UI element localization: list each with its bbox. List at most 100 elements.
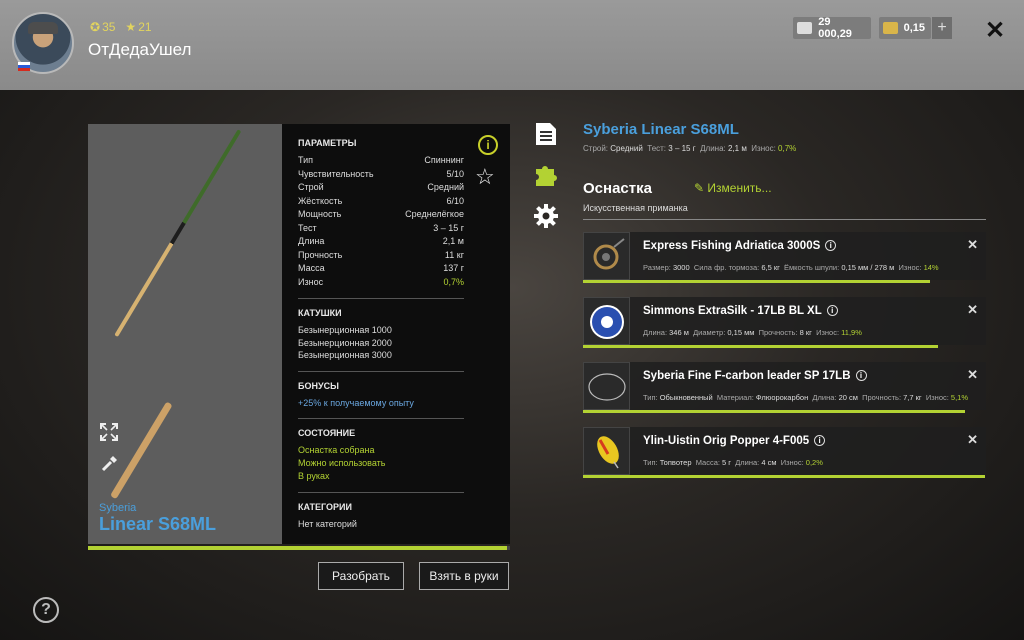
level-value: 35 [102,20,116,34]
info-icon[interactable]: i [826,305,838,316]
wear-label: Износ: [751,144,776,153]
rod-handle-image [109,401,173,500]
stat-value: Топвотер [659,458,692,467]
stat-label: Масса: [695,458,720,467]
leader-icon [583,362,630,410]
rod-blank-image [114,129,242,338]
level-badge: ✪ 35 [90,20,115,34]
tackle-wear-bar [583,280,930,283]
favorite-star-icon[interactable]: ☆ [475,164,495,190]
param-row: Износ 0,7% [298,276,464,290]
disassemble-button[interactable]: Разобрать [318,562,404,590]
tackle-card[interactable]: Express Fishing Adriatica 3000S i Размер: … [583,232,986,280]
stat-value: 3000 [672,263,690,272]
param-label: Мощность [298,209,342,219]
wear-value: 0,7% [778,144,797,153]
rank-star-icon: ★ [125,20,137,34]
player-name: ОтДедаУшел [88,40,192,59]
rig-section-title: Оснастка [583,180,652,197]
param-value: 6/10 [446,195,464,206]
remove-icon[interactable]: ✕ [967,237,978,253]
close-icon[interactable]: ✕ [985,16,1005,45]
wrench-icon[interactable] [99,454,119,474]
state-item: Оснастка собрана [298,445,375,455]
param-row: Жёсткость 6/10 [298,195,464,209]
param-label: Чувствительность [298,168,374,179]
avatar-hat [28,22,58,34]
gold-value: 0,15 [903,22,925,34]
tackle-wear-bar [583,410,966,413]
stat-value: Флюорокарбон [755,393,809,402]
bonus-title: БОНУСЫ [298,380,339,391]
param-value: Спиннинг [424,155,464,165]
param-value: Среднелёгкое [405,209,464,219]
param-value: 11 кг [444,249,464,260]
tackle-card[interactable]: Syberia Fine F-carbon leader SP 17LB i Тип… [583,362,986,410]
stat-label: Ёмкость шпули: [784,263,840,272]
state-title: СОСТОЯНИЕ [298,428,356,438]
stat-value: 4 см [761,458,777,467]
stat-label: Длина: [643,328,668,337]
info-icon[interactable]: i [478,135,498,155]
remove-icon[interactable]: ✕ [967,367,978,383]
tackle-stats: Тип: Обыкновенный Материал: Флюорокарбон… [643,393,970,402]
tackle-name: Syberia Fine F-carbon leader SP 17LB i [643,370,867,382]
stat-value: 0,2% [805,458,823,467]
top-bar: ✪ 35 ★ 21 ОтДедаУшел 29 000,29 0,15 + ✕ [0,0,1024,90]
tackle-card[interactable]: Ylin-Uistin Orig Popper 4-F005 i Тип: Топв… [583,427,986,475]
gear-icon[interactable] [533,203,559,229]
info-icon[interactable]: i [814,435,826,446]
help-icon[interactable]: ? [33,597,59,623]
param-row: Тип Спиннинг [298,154,464,168]
param-row: Чувствительность 5/10 [298,168,464,182]
level-icon: ✪ [90,20,101,34]
tackle-name: Express Fishing Adriatica 3000S i [643,240,837,252]
param-label: Длина [298,236,325,246]
stat-value: 14% [923,263,939,272]
stat-value: 5 г [722,458,732,467]
stat-value: 8 кг [799,328,812,337]
param-row: Строй Средний [298,181,464,195]
tackle-name-text: Syberia Fine F-carbon leader SP 17LB [643,370,851,382]
param-value: Средний [427,182,464,192]
player-level-info: ✪ 35 ★ 21 [90,20,152,34]
rod-params-panel: ПАРАМЕТРЫ Тип Спиннинг Чувствительность 5/1… [282,124,510,544]
remove-icon[interactable]: ✕ [967,432,978,448]
lure-type: Искусственная приманка [583,203,688,213]
compatible-reel: Безынерционная 3000 [298,350,392,360]
gold-icon [883,22,898,34]
stat-label: Диаметр: [693,328,726,337]
state-list: Оснастка собрана Можно использовать В рука… [298,444,494,483]
bonus-text: +25% к получаемому опыту [298,397,414,408]
rod-wear-bar [88,546,510,550]
remove-icon[interactable]: ✕ [967,302,978,318]
param-value: 0,7% [443,276,464,287]
puzzle-icon[interactable] [533,162,559,188]
reels-list: Безынерционная 1000 Безынерционная 2000 Бе… [298,324,494,362]
document-icon[interactable] [533,121,559,147]
param-value: 2,1 м [442,236,464,246]
tackle-card[interactable]: Simmons ExtraSilk - 17LB BL XL i Длина: 34… [583,297,986,345]
divider [298,492,464,493]
stat-value: 20 см [838,393,858,402]
stat-label: Сила фр. тормоза: [693,263,760,272]
info-icon[interactable]: i [855,370,867,381]
avatar[interactable] [12,12,74,74]
add-gold-button[interactable]: + [932,17,952,39]
length-value: 2,1 м [728,144,747,153]
info-icon[interactable]: i [825,240,837,251]
stat-label: Износ: [925,393,949,402]
compatible-reel: Безынерционная 2000 [298,337,392,348]
param-value: 137 г [443,263,464,273]
edit-label: Изменить... [707,181,772,195]
stat-value: 6,5 кг [761,263,780,272]
expand-icon[interactable] [99,422,119,442]
compatible-reel: Безынерционная 1000 [298,325,392,335]
edit-rig-link[interactable]: ✎ Изменить... [694,181,772,195]
stat-label: Прочность: [758,328,798,337]
take-in-hands-button[interactable]: Взять в руки [419,562,509,590]
stat-label: Износ: [816,328,840,337]
state-item: В руках [298,471,330,481]
divider [298,370,464,372]
categories-text: Нет категорий [298,519,357,529]
